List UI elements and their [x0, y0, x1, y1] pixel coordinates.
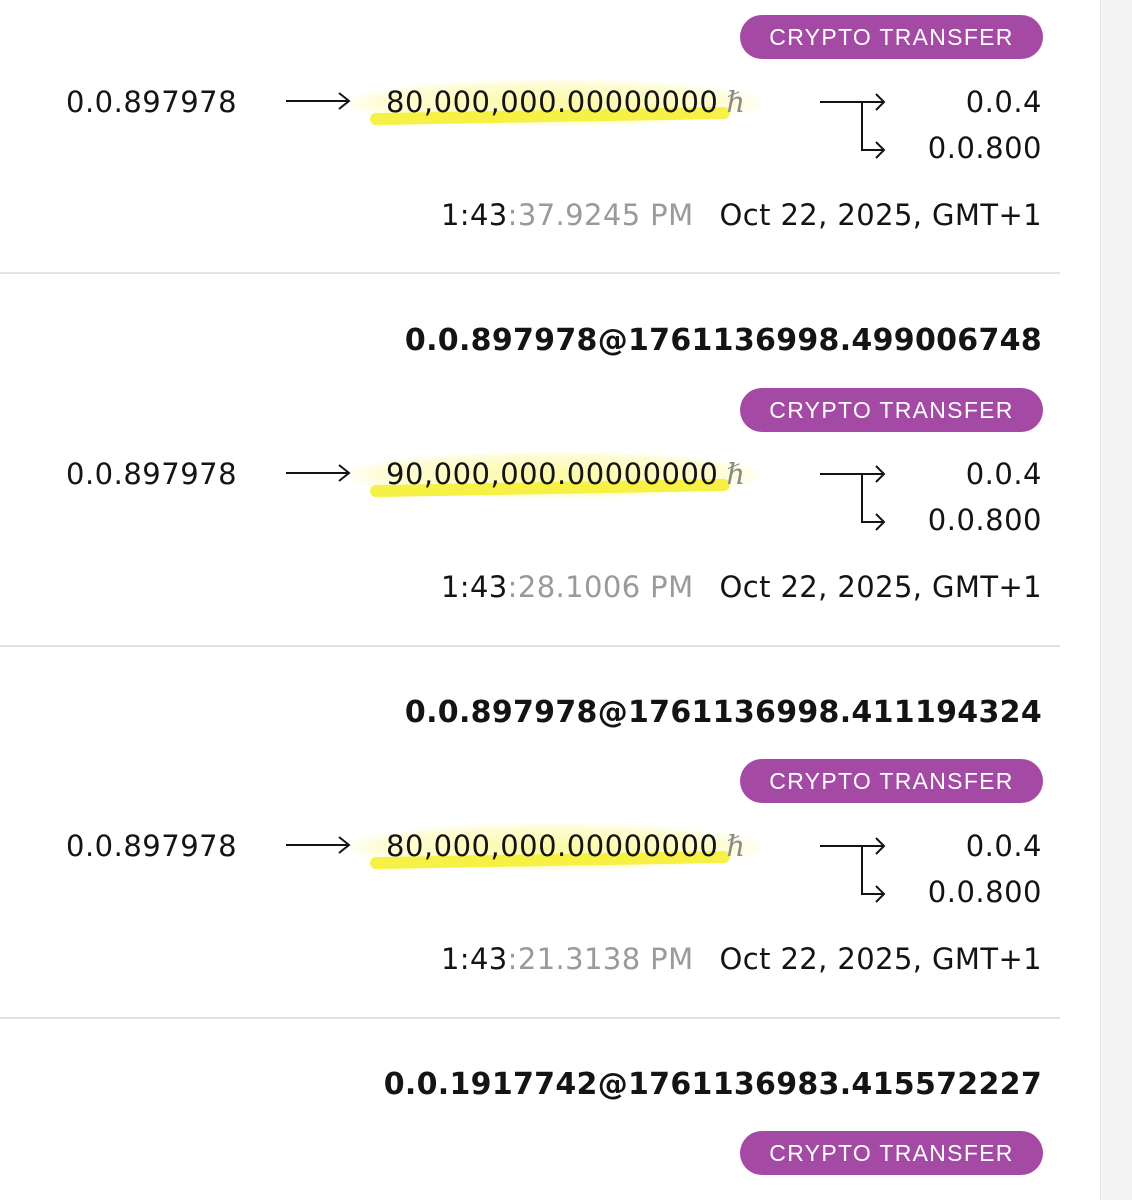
arrow-right-icon [286, 90, 352, 112]
crypto-transfer-badge: CRYPTO TRANSFER [740, 759, 1043, 803]
row-divider [0, 1017, 1060, 1019]
receiver-account[interactable]: 0.0.4 [966, 84, 1042, 120]
arrow-right-icon [286, 834, 352, 856]
amount-highlight: 80,000,000.00000000 ℏ [350, 812, 790, 882]
hbar-icon: ℏ [726, 85, 746, 119]
fork-arrow-icon [818, 88, 890, 162]
amount-highlight: 90,000,000.00000000 ℏ [350, 440, 790, 510]
crypto-transfer-badge: CRYPTO TRANSFER [740, 1131, 1043, 1175]
crypto-transfer-badge: CRYPTO TRANSFER [740, 15, 1043, 59]
transaction-id-link[interactable]: 0.0.1917742@1761136983.415572227 [384, 1067, 1042, 1103]
timestamp: 1:43:21.3138 PM Oct 22, 2025, GMT+1 [440, 942, 1042, 976]
hbar-icon: ℏ [726, 457, 746, 491]
fork-arrow-icon [818, 460, 890, 534]
hbar-icon: ℏ [726, 829, 746, 863]
transaction-id-link[interactable]: 0.0.897978@1761136998.411194324 [405, 695, 1042, 731]
fork-arrow-icon [818, 832, 890, 906]
transfer-amount: 80,000,000.00000000 ℏ [386, 85, 746, 119]
timestamp: 1:43:37.9245 PM Oct 22, 2025, GMT+1 [440, 198, 1042, 232]
arrow-right-icon [286, 462, 352, 484]
amount-highlight: 80,000,000.00000000 ℏ [350, 68, 790, 138]
receiver-account[interactable]: 0.0.800 [928, 130, 1042, 166]
timestamp: 1:43:28.1006 PM Oct 22, 2025, GMT+1 [440, 570, 1042, 604]
crypto-transfer-badge: CRYPTO TRANSFER [740, 388, 1043, 432]
sender-account[interactable]: 0.0.897978 [66, 828, 237, 864]
transfer-amount: 90,000,000.00000000 ℏ [386, 457, 746, 491]
transfer-row: 0.0.897978 80,000,000.00000000 ℏ 0.0.4 0.… [0, 80, 1060, 166]
sender-account[interactable]: 0.0.897978 [66, 84, 237, 120]
row-divider [0, 272, 1060, 274]
transfer-row: 0.0.897978 90,000,000.00000000 ℏ 0.0.4 0.… [0, 452, 1060, 538]
transfer-amount: 80,000,000.00000000 ℏ [386, 829, 746, 863]
transaction-id-link[interactable]: 0.0.897978@1761136998.499006748 [405, 323, 1042, 359]
receiver-account[interactable]: 0.0.800 [928, 502, 1042, 538]
receiver-account[interactable]: 0.0.4 [966, 828, 1042, 864]
transaction-list: CRYPTO TRANSFER 0.0.897978 80,000,000.00… [0, 0, 1060, 1200]
scrollbar-track[interactable] [1100, 0, 1132, 1200]
row-divider [0, 645, 1060, 647]
transfer-row: 0.0.897978 80,000,000.00000000 ℏ 0.0.4 0.… [0, 824, 1060, 910]
sender-account[interactable]: 0.0.897978 [66, 456, 237, 492]
receiver-account[interactable]: 0.0.800 [928, 874, 1042, 910]
receiver-account[interactable]: 0.0.4 [966, 456, 1042, 492]
